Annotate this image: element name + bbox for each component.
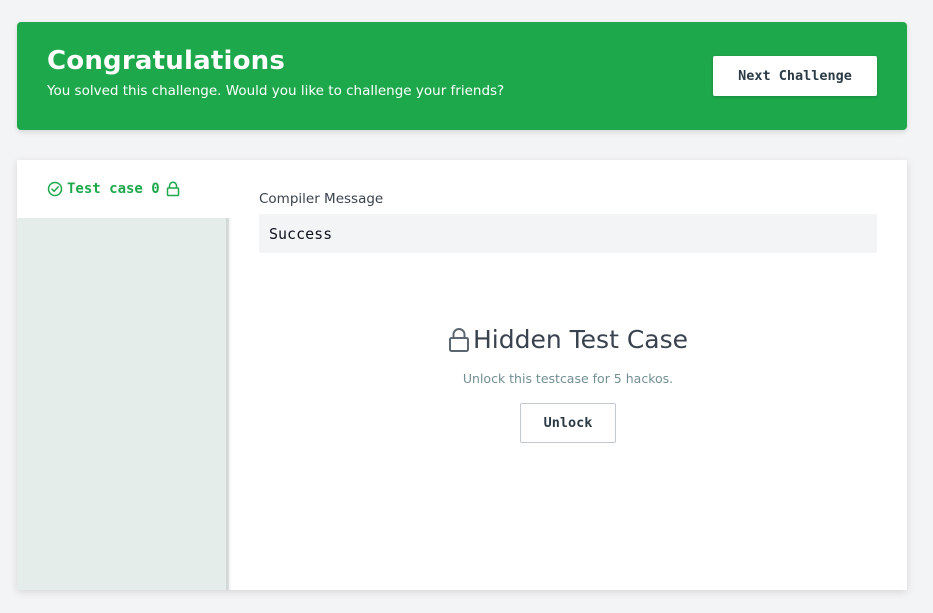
- hidden-test-case-heading: Hidden Test Case: [229, 325, 907, 354]
- test-case-sidebar: Test case 0: [17, 160, 229, 590]
- compiler-message-label: Compiler Message: [259, 191, 384, 207]
- unlock-description: Unlock this testcase for 5 hackos.: [462, 371, 674, 386]
- lock-icon: [448, 327, 470, 353]
- hidden-test-case-title: Hidden Test Case: [472, 325, 688, 354]
- banner-subtitle: You solved this challenge. Would you lik…: [47, 83, 505, 99]
- banner-title: Congratulations: [47, 46, 286, 76]
- compiler-message-value: Success: [269, 224, 333, 243]
- compiler-message-box: Success: [259, 214, 877, 253]
- lock-icon: [166, 181, 182, 197]
- test-case-content: Compiler Message Success Hidden Test Cas…: [229, 160, 907, 590]
- test-results-panel: Test case 0 Compiler Message Success Hid…: [17, 160, 907, 590]
- tab-label: Test case 0: [67, 181, 160, 197]
- next-challenge-button[interactable]: Next Challenge: [713, 56, 877, 96]
- check-circle-icon: [47, 181, 63, 197]
- unlock-button[interactable]: Unlock: [520, 403, 616, 443]
- success-banner: Congratulations You solved this challeng…: [17, 22, 907, 130]
- tab-test-case-0[interactable]: Test case 0: [17, 160, 229, 218]
